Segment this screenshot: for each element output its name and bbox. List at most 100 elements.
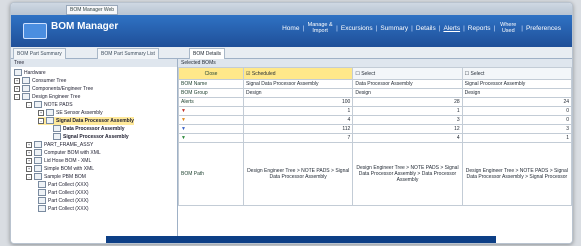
folder-icon [34, 157, 42, 164]
tree-node[interactable]: + Lid Hose BOM - XML [26, 157, 91, 165]
checkbox-icon[interactable]: ☐ [465, 71, 469, 77]
table-header-row: Close ☑ Scheduled ☐ Select ☐ Select [178, 67, 572, 80]
alert-green-icon: ▼ [181, 135, 186, 141]
tab-bom-part-summary[interactable]: BOM Part Summary [13, 48, 66, 59]
nav-preferences[interactable]: Preferences [523, 25, 564, 32]
table-cell: Design Engineer Tree > NOTE PADS > Signa… [352, 142, 463, 206]
table-cell: 3 [352, 115, 463, 125]
table-row: ▼ 7 4 1 [178, 133, 572, 143]
expand-icon[interactable]: + [38, 109, 44, 116]
table-cell: 4 [352, 133, 463, 143]
browser-strip: BOM Manager Web [11, 3, 572, 15]
part-icon [38, 197, 46, 204]
collapse-icon[interactable]: - [14, 93, 20, 100]
tree-node[interactable]: - Sample PBM BOM [26, 173, 86, 181]
close-button[interactable]: Close [178, 67, 244, 80]
collapse-icon[interactable]: - [38, 117, 44, 124]
app-window: BOM Manager Web BOM Manager Home | Manage… [10, 2, 573, 244]
table-row: Alerts 100 28 24 [178, 97, 572, 107]
folder-icon [34, 165, 42, 172]
column-header: ☐ Select [352, 67, 463, 80]
tree-node[interactable]: Part Collect (XXX) [38, 181, 89, 189]
nav-details[interactable]: Details [413, 25, 439, 32]
nav-summary[interactable]: Summary [377, 25, 411, 32]
tree-node[interactable]: Part Collect (XXX) [38, 205, 89, 213]
folder-icon [34, 149, 42, 156]
table-cell: 112 [242, 124, 354, 134]
tab-bar: BOM Part Summary BOM Part Summary List B… [11, 47, 572, 59]
nav-excursions[interactable]: Excursions [338, 25, 376, 32]
expand-icon[interactable]: + [26, 149, 32, 156]
table-cell: Design Engineer Tree > NOTE PADS > Signa… [242, 142, 354, 206]
expand-icon[interactable]: + [26, 157, 32, 164]
tree-node[interactable]: Signal Processor Assembly [53, 133, 129, 141]
table-cell: 1 [242, 106, 354, 116]
table-row: ▼ 4 3 0 [178, 115, 572, 125]
tree-node[interactable]: Part Collect (XXX) [38, 189, 89, 197]
folder-icon [14, 69, 22, 76]
table-cell: 1 [352, 106, 463, 116]
table-row: ▼ 1 1 0 [178, 106, 572, 116]
folder-icon [34, 101, 42, 108]
tab-bom-details[interactable]: BOM Details [189, 48, 226, 59]
table-cell: 0 [461, 115, 572, 125]
table-row: BOM Name Signal Data Processor Assembly … [178, 79, 572, 89]
nav-home[interactable]: Home [279, 25, 302, 32]
expand-icon[interactable]: + [14, 85, 20, 92]
table-cell: 7 [242, 133, 354, 143]
collapse-icon[interactable]: - [26, 101, 32, 108]
details-panel-header: Selected BOMs [178, 59, 572, 67]
tree-node[interactable]: + SE Sensor Assembly [38, 109, 103, 117]
checkbox-checked-icon[interactable]: ☑ [246, 71, 250, 77]
tree-node[interactable]: + Consumer Tree [14, 77, 66, 85]
tree-node[interactable]: Part Collect (XXX) [38, 197, 89, 205]
tree-node[interactable]: + PART_FRAME_ASSY [26, 141, 93, 149]
expand-icon[interactable]: + [26, 141, 32, 148]
tree-node[interactable]: + Simple BOM with XML [26, 165, 94, 173]
column-header: ☐ Select [461, 67, 572, 80]
table-cell: 0 [461, 106, 572, 116]
table-cell: 4 [242, 115, 354, 125]
expand-icon[interactable]: + [26, 165, 32, 172]
row-label: ▼ [178, 133, 244, 143]
nav-manage-import[interactable]: Manage & Import [304, 22, 336, 34]
row-label: BOM Group [178, 88, 244, 98]
assembly-icon [46, 109, 54, 116]
app-title: BOM Manager [51, 21, 119, 32]
details-panel: Selected BOMs Close ☑ Scheduled ☐ Select… [178, 59, 572, 243]
part-icon [38, 205, 46, 212]
part-icon [38, 189, 46, 196]
tree-node[interactable]: + Computer BOM with XML [26, 149, 101, 157]
tree-node[interactable]: + Components/Engineer Tree [14, 85, 93, 93]
folder-icon [22, 93, 30, 100]
part-icon [38, 181, 46, 188]
breadcrumb[interactable]: BOM Manager Web [66, 5, 119, 15]
row-label: BOM Name [178, 79, 244, 89]
tree-node[interactable]: - Design Engineer Tree [14, 93, 80, 101]
collapse-icon[interactable]: - [26, 173, 32, 180]
tree-node[interactable]: Hardware [14, 69, 46, 77]
tab-bom-part-summary-list[interactable]: BOM Part Summary List [97, 48, 159, 59]
row-label: ▼ [178, 124, 244, 134]
checkbox-icon[interactable]: ☐ [355, 71, 359, 77]
app-logo-icon [23, 23, 47, 39]
nav-where-used[interactable]: Where Used [495, 22, 521, 34]
row-label: BOM Path [178, 142, 244, 206]
tree-panel-header: Tree [11, 59, 177, 67]
table-row: ▼ 112 12 3 [178, 124, 572, 134]
table-cell: Design [242, 88, 354, 98]
assembly-icon [46, 117, 54, 124]
tree-node-selected[interactable]: - Signal Data Processor Assembly [38, 117, 134, 125]
bottom-banner [106, 236, 496, 243]
tree-node[interactable]: Data Processor Assembly [53, 125, 125, 133]
alert-red-icon: ▼ [181, 108, 186, 114]
expand-icon[interactable]: + [14, 77, 20, 84]
assembly-icon [53, 133, 61, 140]
table-cell: 12 [352, 124, 463, 134]
table-row: BOM Group Design Design Design [178, 88, 572, 98]
row-label: Alerts [178, 97, 244, 107]
tree-node[interactable]: - NOTE PADS [26, 101, 73, 109]
assembly-icon [53, 125, 61, 132]
nav-reports[interactable]: Reports [465, 25, 494, 32]
nav-alerts[interactable]: Alerts [440, 25, 463, 32]
